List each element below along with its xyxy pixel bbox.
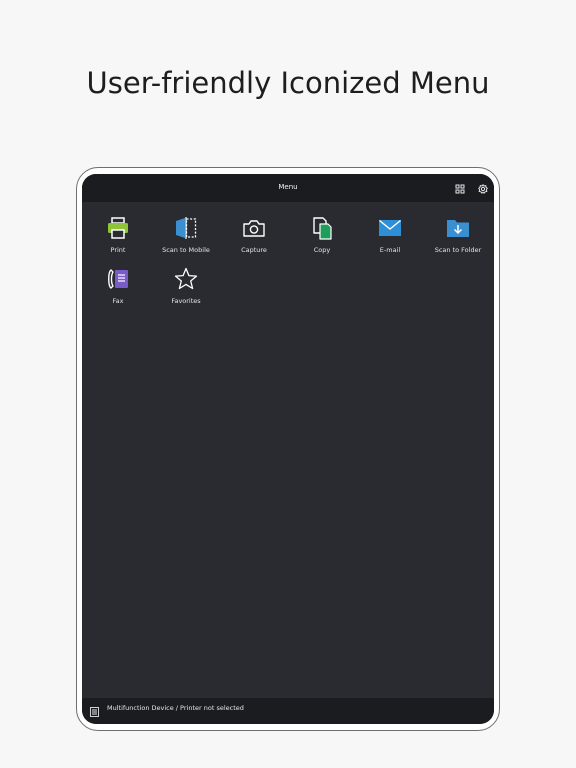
top-bar: Menu bbox=[82, 174, 494, 202]
status-text: Multifunction Device / Printer not selec… bbox=[107, 704, 244, 712]
app-title: Menu bbox=[278, 183, 298, 191]
menu-item-print[interactable]: Print bbox=[84, 216, 152, 262]
fax-icon bbox=[106, 267, 130, 291]
menu-item-email[interactable]: E-mail bbox=[356, 216, 424, 262]
device-icon bbox=[90, 707, 99, 717]
camera-icon bbox=[242, 216, 266, 240]
app-screen: Menu Print Scan to Mobile Capture Copy E… bbox=[82, 174, 494, 724]
gear-icon[interactable] bbox=[478, 184, 488, 194]
menu-item-scan-to-folder[interactable]: Scan to Folder bbox=[424, 216, 492, 262]
mail-icon bbox=[378, 216, 402, 240]
page-headline: User-friendly Iconized Menu bbox=[86, 66, 490, 100]
copy-icon bbox=[310, 216, 334, 240]
grid-icon[interactable] bbox=[455, 184, 465, 194]
menu-item-scan-to-mobile[interactable]: Scan to Mobile bbox=[152, 216, 220, 262]
menu-item-capture[interactable]: Capture bbox=[220, 216, 288, 262]
menu-item-fax[interactable]: Fax bbox=[84, 267, 152, 313]
star-icon bbox=[174, 267, 198, 291]
printer-icon bbox=[106, 216, 130, 240]
status-bar[interactable]: Multifunction Device / Printer not selec… bbox=[82, 698, 494, 724]
menu-item-copy[interactable]: Copy bbox=[288, 216, 356, 262]
menu-item-label: Scan to Folder bbox=[434, 246, 482, 254]
folder-icon bbox=[446, 216, 470, 240]
scan-to-mobile-icon bbox=[174, 216, 198, 240]
menu-item-label: Favorites bbox=[171, 297, 201, 305]
menu-item-favorites[interactable]: Favorites bbox=[152, 267, 220, 313]
